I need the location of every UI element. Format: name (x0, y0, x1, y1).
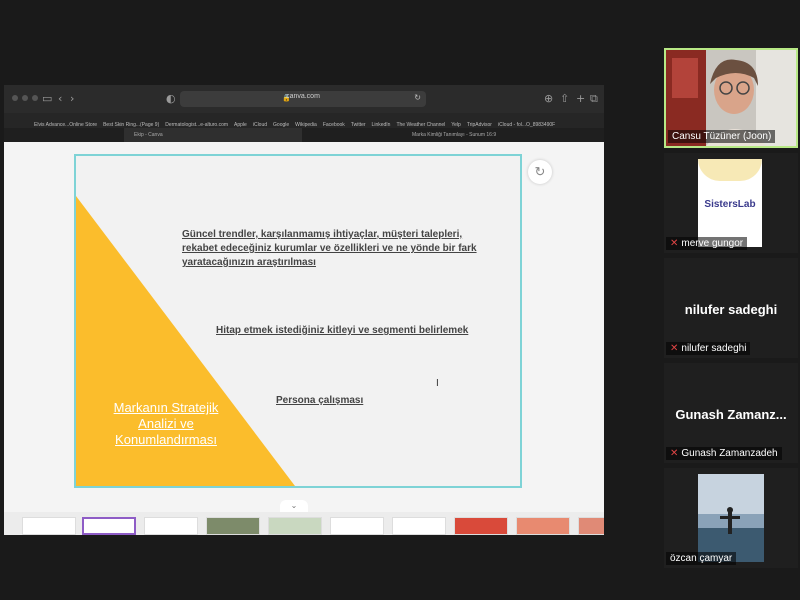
participant-name: ✕ nilufer sadeghi (666, 342, 751, 355)
participant-display-name: nilufer sadeghi (684, 302, 778, 317)
reload-icon[interactable]: ↻ (414, 93, 421, 102)
bookmark-item[interactable]: Elvis Advance...Online Store (34, 118, 97, 128)
text-cursor-icon: I (436, 378, 439, 389)
slide-title-line: Markanın Stratejik (113, 400, 219, 415)
mic-muted-icon: ✕ (670, 238, 679, 249)
slide-thumbnail[interactable] (516, 517, 570, 535)
bookmark-item[interactable]: Wikipedia (295, 118, 317, 128)
participant-name-text: merve gungor (681, 238, 744, 249)
forward-icon[interactable]: › (70, 92, 74, 106)
participant-name-text: nilufer sadeghi (681, 343, 747, 354)
slide-thumbnail[interactable] (268, 517, 322, 535)
slide-thumbnail[interactable] (578, 517, 604, 535)
bookmark-item[interactable]: iCloud (253, 118, 267, 128)
slide-thumbnail[interactable] (206, 517, 260, 535)
bookmark-item[interactable]: Google (273, 118, 289, 128)
mic-muted-icon: ✕ (670, 448, 679, 459)
bookmark-item[interactable]: LinkedIn (372, 118, 391, 128)
tab-label: Ekip - Canva (134, 132, 163, 138)
bookmark-item[interactable]: Best Skin Ring...(Page 9) (103, 118, 159, 128)
participant-name: özcan çamyar (666, 552, 737, 565)
slide-title-line: Konumlandırması (115, 432, 217, 447)
bookmark-item[interactable]: The Weather Channel (396, 118, 445, 128)
download-icon[interactable]: ⊕ (544, 92, 553, 106)
share-icon[interactable]: ⇧ (560, 92, 569, 106)
participant-name: ✕ Gunash Zamanzadeh (666, 447, 782, 460)
bookmark-item[interactable]: Apple (234, 118, 247, 128)
slide-thumbnail[interactable] (392, 517, 446, 535)
shield-icon[interactable]: ◐ (166, 92, 176, 106)
mic-muted-icon: ✕ (670, 343, 679, 354)
browser-toolbar: ▭ ‹ › ◐ 🔒 canva.com ↻ ⊕ ⇧ + ⧉ (4, 85, 604, 113)
url-bar[interactable]: 🔒 canva.com ↻ (180, 91, 426, 107)
participant-name-text: Cansu Tüzüner (Joon) (672, 131, 772, 142)
tab-bar: Ekip - Canva Marka Kimliği Tanımlayı - S… (4, 128, 604, 142)
bookmark-item[interactable]: Twitter (351, 118, 366, 128)
logo-decoration (698, 159, 762, 181)
slide-thumbnail[interactable] (22, 517, 76, 535)
participant-name: Cansu Tüzüner (Joon) (668, 130, 776, 143)
participant-tile-active[interactable]: Cansu Tüzüner (Joon) (664, 48, 798, 148)
presentation-slide[interactable]: Güncel trendler, karşılanmamış ihtiyaçla… (74, 154, 522, 488)
window-close-dot[interactable] (12, 95, 18, 101)
url-text: canva.com (286, 93, 320, 100)
chevron-down-icon: ⌄ (290, 501, 298, 510)
slide-text-line: yaratacağınızın araştırılması (182, 257, 316, 268)
window-minimize-dot[interactable] (22, 95, 28, 101)
tab-label: Marka Kimliği Tanımlayı - Sunum 16:9 (412, 132, 497, 138)
thumbnail-strip-toggle[interactable]: ⌄ (280, 500, 308, 512)
slide-thumbnail-active[interactable] (82, 517, 136, 535)
tab-overview-icon[interactable]: ⧉ (590, 92, 598, 106)
participant-tile[interactable]: nilufer sadeghi ✕ nilufer sadeghi (664, 258, 798, 358)
participant-tile[interactable]: Gunash Zamanz... ✕ Gunash Zamanzadeh (664, 363, 798, 463)
bookmark-item[interactable]: Yelp (451, 118, 461, 128)
participant-name-text: özcan çamyar (670, 553, 733, 564)
participant-name: ✕ merve gungor (666, 237, 748, 250)
participant-display-name: Gunash Zamanz... (675, 407, 787, 422)
slide-text-line: Persona çalışması (276, 395, 364, 406)
slide-text-line: rekabet edeceğiniz kurumlar ve özellikle… (182, 243, 477, 254)
slide-text-line: Güncel trendler, karşılanmamış ihtiyaçla… (182, 229, 463, 240)
slide-thumbnail[interactable] (454, 517, 508, 535)
sisterslab-logo: SistersLab (704, 199, 756, 210)
participant-tile[interactable]: SistersLab ✕ merve gungor (664, 153, 798, 253)
back-icon[interactable]: ‹ (58, 92, 62, 106)
new-tab-icon[interactable]: + (576, 92, 585, 106)
participant-tile[interactable]: özcan çamyar (664, 468, 798, 568)
slide-text-line: Hitap etmek istediğiniz kitleyi ve segme… (216, 325, 469, 336)
bookmark-item[interactable]: Facebook (323, 118, 345, 128)
refresh-icon: ↻ (534, 164, 546, 179)
tab-marka-kimligi[interactable]: Marka Kimliği Tanımlayı - Sunum 16:9 (402, 128, 602, 142)
participant-name-text: Gunash Zamanzadeh (681, 448, 778, 459)
slide-thumbnail[interactable] (144, 517, 198, 535)
refresh-button[interactable]: ↻ (528, 160, 552, 184)
bookmark-item[interactable]: Dermatologist...e-alturo.com (165, 118, 228, 128)
slide-title: Markanın Stratejik Analizi ve Konumlandı… (96, 400, 236, 448)
participant-logo-image: SistersLab (698, 159, 762, 247)
bookmarks-bar: Elvis Advance...Online Store Best Skin Ri… (4, 113, 604, 128)
window-maximize-dot[interactable] (32, 95, 38, 101)
slide-thumbnail-strip (4, 512, 604, 535)
bookmark-item[interactable]: TripAdvisor (467, 118, 492, 128)
slide-thumbnail[interactable] (330, 517, 384, 535)
tab-canva-ekip[interactable]: Ekip - Canva (124, 128, 302, 142)
sidebar-icon[interactable]: ▭ (42, 92, 52, 106)
bookmark-item[interactable]: iCloud - fol...O_8983490F (498, 118, 555, 128)
slide-title-line: Analizi ve (138, 416, 194, 431)
